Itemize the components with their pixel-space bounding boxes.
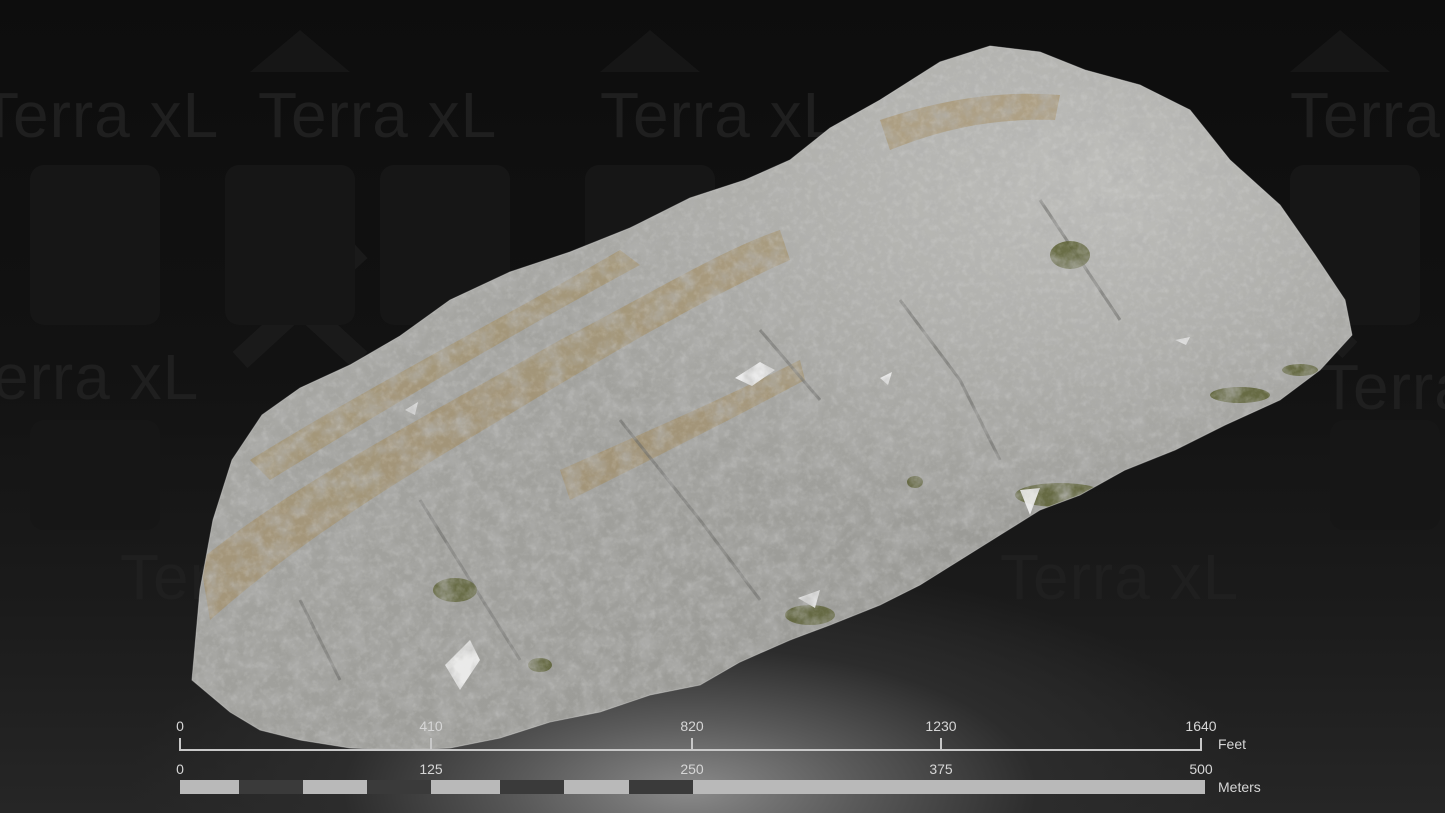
meters-bar-segment-dark — [500, 780, 564, 794]
meters-scale-bar — [180, 780, 1205, 794]
meters-bar-segment-dark — [239, 780, 303, 794]
map-viewport: Terra xL Terra xL Terra xL Terra xL Terr… — [0, 0, 1445, 813]
meters-tick-label: 250 — [680, 761, 704, 777]
meters-tick-label: 375 — [929, 761, 953, 777]
meters-unit-label: Meters — [1218, 779, 1261, 795]
meters-tick-label: 125 — [419, 761, 443, 777]
feet-scale-line — [179, 738, 1205, 794]
meters-bar-segment-dark — [629, 780, 693, 794]
meters-tick-label: 0 — [176, 761, 184, 777]
meters-tick-label: 500 — [1189, 761, 1213, 777]
meters-bar-segment-dark — [367, 780, 431, 794]
